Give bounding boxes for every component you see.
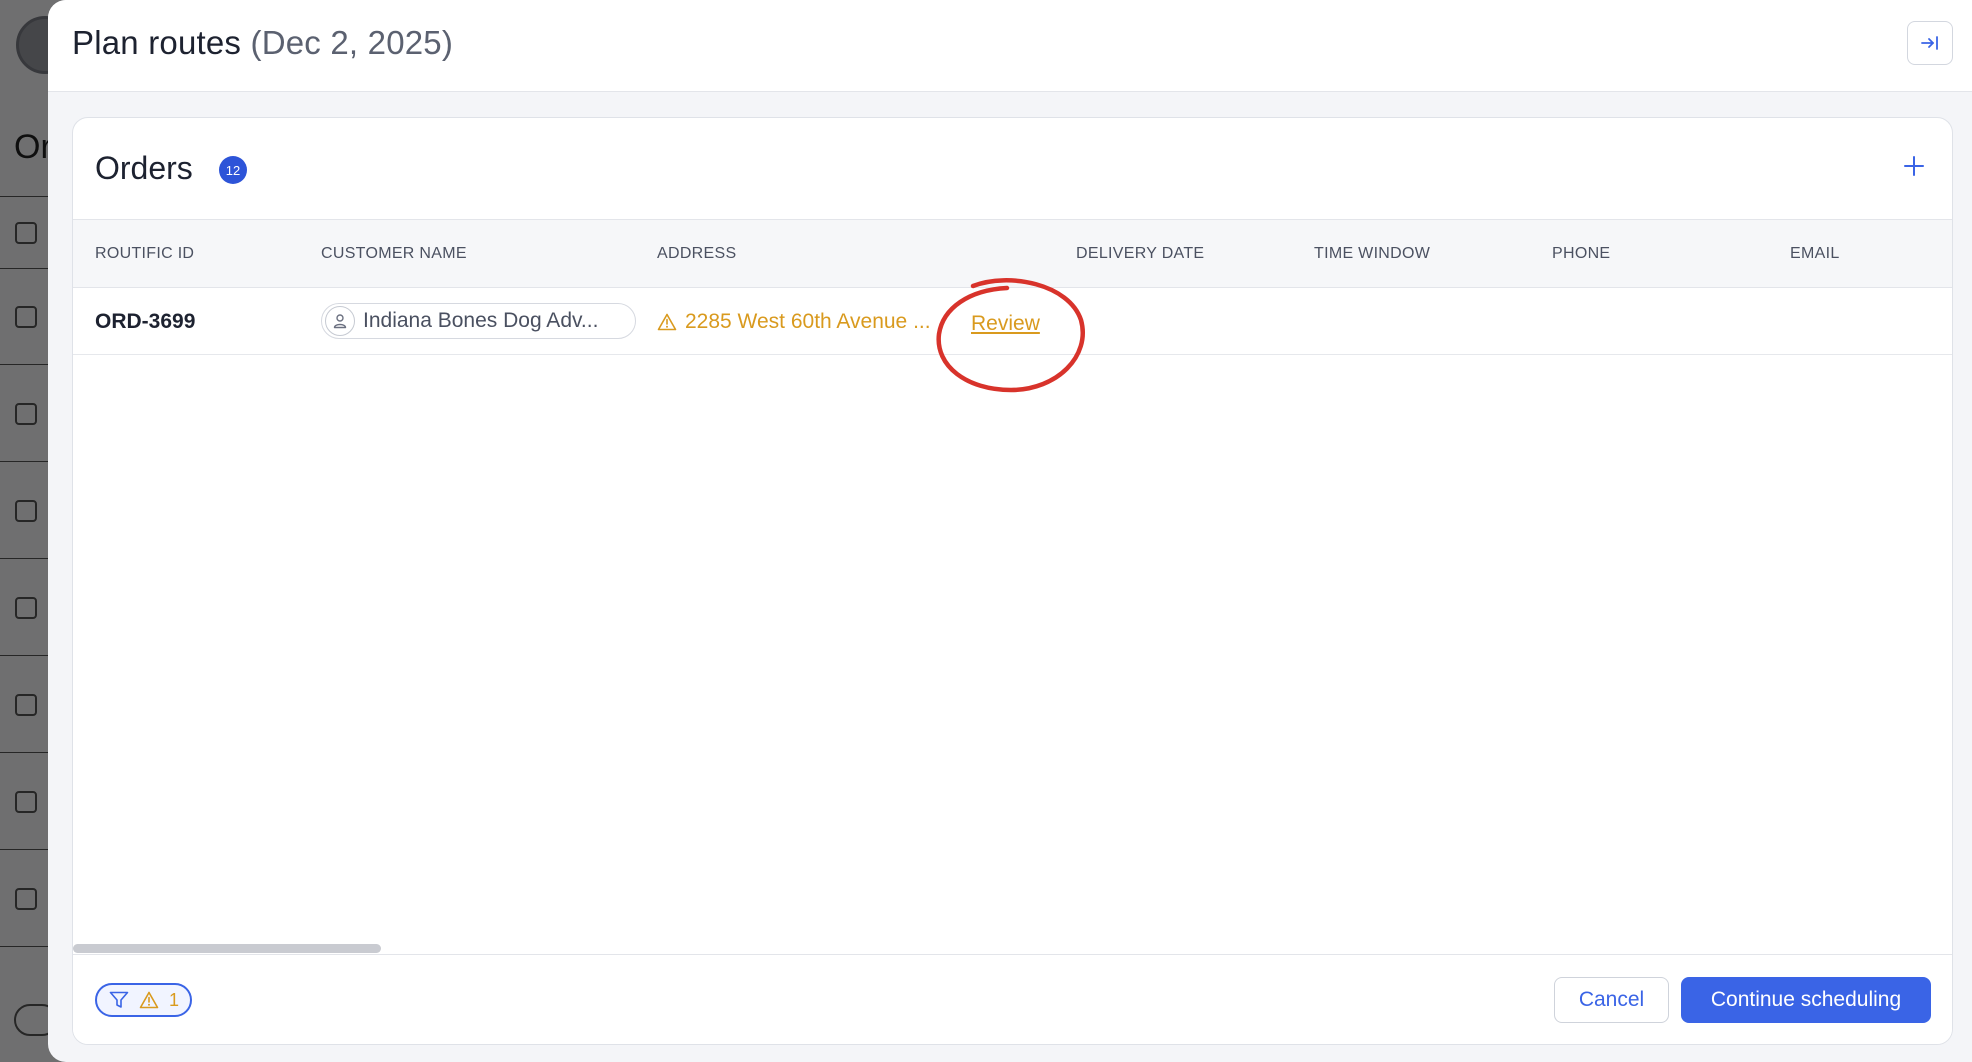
- column-header-routific-id[interactable]: ROUTIFIC ID: [95, 245, 194, 263]
- person-icon: [325, 306, 355, 336]
- review-address-link[interactable]: Review: [971, 312, 1040, 336]
- modal-title: Plan routes (Dec 2, 2025): [72, 24, 453, 62]
- filter-icon: [109, 991, 129, 1008]
- warning-icon: [657, 313, 677, 331]
- plan-routes-modal: Plan routes (Dec 2, 2025) Orders 12 ROUT…: [48, 0, 1972, 1062]
- orders-title: Orders: [95, 150, 193, 186]
- customer-name: Indiana Bones Dog Adv...: [363, 309, 599, 332]
- warning-icon: [139, 991, 159, 1009]
- column-header-phone[interactable]: PHONE: [1552, 245, 1610, 263]
- orders-header: Orders 12: [73, 118, 1952, 220]
- continue-scheduling-button[interactable]: Continue scheduling: [1681, 977, 1931, 1023]
- column-header-delivery-date[interactable]: DELIVERY DATE: [1076, 245, 1204, 263]
- modal-title-text: Plan routes: [72, 24, 242, 61]
- column-header-customer-name[interactable]: CUSTOMER NAME: [321, 245, 467, 263]
- address-text: 2285 West 60th Avenue ...: [685, 310, 931, 333]
- collapse-panel-button[interactable]: [1907, 21, 1953, 65]
- column-header-time-window[interactable]: TIME WINDOW: [1314, 245, 1430, 263]
- column-header-address[interactable]: ADDRESS: [657, 245, 736, 263]
- warning-count: 1: [169, 989, 180, 1010]
- table-row[interactable]: ORD-3699 Indiana Bones Dog Adv... 2285 W…: [73, 288, 1952, 355]
- orders-count-badge: 12: [219, 156, 247, 184]
- modal-title-date: (Dec 2, 2025): [250, 24, 454, 61]
- horizontal-scrollbar[interactable]: [73, 944, 381, 953]
- address-cell: 2285 West 60th Avenue ...: [657, 310, 931, 334]
- order-id: ORD-3699: [95, 310, 196, 333]
- warning-filter-button[interactable]: 1: [95, 983, 192, 1017]
- table-header: ROUTIFIC ID CUSTOMER NAME ADDRESS DELIVE…: [73, 220, 1952, 288]
- plus-icon: [1904, 156, 1924, 176]
- cancel-button[interactable]: Cancel: [1554, 977, 1669, 1023]
- collapse-right-icon: [1921, 36, 1938, 50]
- column-header-email[interactable]: EMAIL: [1790, 245, 1840, 263]
- customer-pill[interactable]: Indiana Bones Dog Adv...: [321, 303, 636, 339]
- add-order-button[interactable]: [1900, 154, 1928, 182]
- orders-card: Orders 12 ROUTIFIC ID CUSTOMER NAME ADDR…: [72, 117, 1953, 1045]
- card-footer: 1 Cancel Continue scheduling: [73, 954, 1952, 1044]
- modal-header: Plan routes (Dec 2, 2025): [48, 0, 1972, 92]
